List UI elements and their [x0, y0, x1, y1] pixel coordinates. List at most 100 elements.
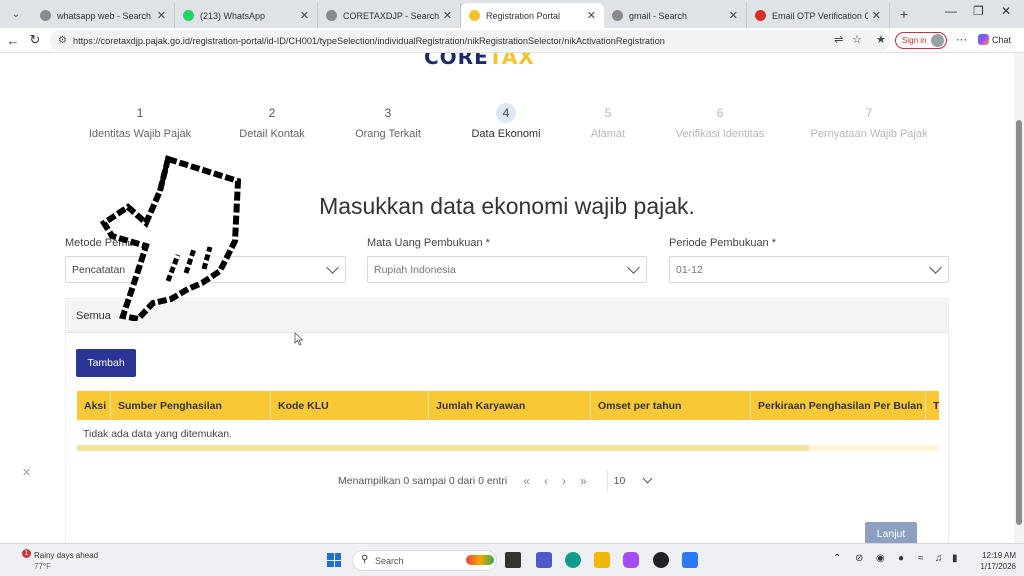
step-number: 1 [136, 106, 144, 120]
empty-table-message: Tidak ada data yang ditemukan. [83, 428, 233, 440]
chevron-down-icon [326, 261, 339, 274]
browser-tab[interactable]: gmail - Search ✕ [604, 3, 747, 28]
mata-uang-label: Mata Uang Pembukuan * [367, 237, 490, 249]
logo-text-tax: TAX [488, 53, 535, 69]
step-label: Pernyataan Wajib Pajak [810, 128, 928, 140]
camera-icon[interactable]: ◉ [876, 553, 885, 564]
close-tab-icon[interactable]: ✕ [157, 9, 166, 22]
new-tab-icon[interactable]: + [892, 3, 916, 25]
close-icon[interactable]: ✕ [22, 466, 31, 479]
periode-label: Periode Pembukuan * [669, 237, 777, 249]
system-clock[interactable]: 12:19 AM 1/17/2026 [972, 550, 1016, 572]
table-header: Aksi Sumber Penghasilan Kode KLU Jumlah Kar… [77, 391, 939, 420]
refresh-icon[interactable]: ↻ [24, 32, 46, 48]
search-tab-icon [612, 10, 623, 21]
windows-start-icon[interactable] [327, 553, 341, 567]
wifi-icon[interactable]: ≈ [918, 553, 924, 564]
tab-actions-chevron-icon[interactable]: ⌄ [4, 3, 28, 25]
translate-icon[interactable]: ⇌ [834, 33, 843, 46]
browser-tab[interactable]: Email OTP Verification Code - ✕ [747, 3, 890, 28]
browser-tab[interactable]: CORETAXDJP - Search ✕ [318, 3, 461, 28]
table-horizontal-scrollbar[interactable] [77, 445, 939, 451]
step-6: 6 Verifikasi Identitas [640, 103, 800, 140]
edge-icon[interactable] [565, 552, 581, 568]
close-tab-icon[interactable]: ✕ [587, 9, 596, 22]
step-number: 5 [604, 106, 612, 120]
show-hidden-icons-icon[interactable]: ⌃ [833, 553, 841, 564]
copilot-chat-button[interactable]: Chat [978, 34, 1011, 45]
browser-tab[interactable]: (213) WhatsApp ✕ [175, 3, 318, 28]
column-divider [110, 391, 111, 420]
coretax-logo: CORETAX [424, 53, 535, 69]
more-menu-icon[interactable]: ⋯ [956, 33, 967, 46]
coretax-icon [469, 10, 480, 21]
store-icon[interactable] [682, 552, 698, 568]
url-text: https://coretaxdjp.pajak.go.id/registrat… [72, 35, 665, 46]
site-info-icon[interactable]: ⚙ [58, 35, 67, 46]
network-off-icon[interactable]: ⊘ [855, 553, 863, 564]
pointing-hand-icon [99, 155, 242, 321]
scrollbar-thumb[interactable] [1016, 120, 1022, 525]
column-divider [750, 391, 751, 420]
pagination: Menampilkan 0 sampai 0 dari 0 entri « ‹ … [338, 471, 659, 491]
column-divider [428, 391, 429, 420]
tab-title: Registration Portal [486, 10, 561, 21]
tab-title: Email OTP Verification Code - [772, 10, 868, 21]
close-tab-icon[interactable]: ✕ [443, 9, 452, 22]
back-icon[interactable]: ← [2, 33, 24, 48]
taskbar-search-label: Search [375, 555, 404, 566]
browser-tab-strip: ⌄ whatsapp web - Search ✕ (213) WhatsApp ✕ C… [0, 0, 1024, 28]
battery-icon[interactable]: ▮ [952, 553, 958, 564]
page-scrollbar[interactable] [1014, 53, 1024, 543]
file-explorer-icon[interactable] [594, 552, 610, 568]
close-tab-icon[interactable]: ✕ [729, 9, 738, 22]
column-header: Jumlah Karyawan [436, 400, 526, 412]
close-tab-icon[interactable]: ✕ [872, 9, 881, 22]
close-window-icon[interactable]: ✕ [1001, 4, 1011, 18]
browser-tab[interactable]: Registration Portal ✕ [461, 3, 604, 28]
address-bar[interactable]: ⚙ https://coretaxdjp.pajak.go.id/registr… [50, 30, 890, 51]
pagination-info: Menampilkan 0 sampai 0 dari 0 entri [338, 475, 508, 487]
mata-uang-value: Rupiah Indonesia [374, 263, 456, 276]
prev-page-icon[interactable]: ‹ [544, 474, 548, 488]
first-page-icon[interactable]: « [523, 474, 530, 488]
page-size-select[interactable]: 10 [606, 471, 659, 491]
mata-uang-select[interactable]: Rupiah Indonesia [367, 256, 647, 283]
teams-icon[interactable] [536, 552, 552, 568]
column-header: Aksi [84, 400, 107, 412]
volume-icon[interactable]: ♫ [935, 553, 943, 564]
microphone-icon[interactable]: ● [898, 553, 904, 564]
next-button[interactable]: Lanjut [865, 522, 917, 543]
tab-title: CORETAXDJP - Search [343, 10, 439, 21]
periode-select[interactable]: 01-12 [669, 256, 949, 283]
widget-image-icon[interactable] [466, 555, 494, 565]
column-divider [270, 391, 271, 420]
mouse-cursor-icon [294, 332, 304, 346]
favorite-star-icon[interactable]: ☆ [852, 33, 862, 46]
clock-date: 1/17/2026 [980, 562, 1016, 571]
chevron-down-icon [627, 261, 640, 274]
notification-badge: 1 [22, 549, 31, 558]
column-header: Perkiraan Penghasilan Per Bulan [758, 400, 923, 412]
task-view-icon[interactable] [505, 552, 521, 568]
browser-tab[interactable]: whatsapp web - Search ✕ [32, 3, 175, 28]
step-number: 2 [268, 106, 276, 120]
page-content: CORETAX 1 Identitas Wajib Pajak 2 Detail Ko… [0, 53, 1014, 543]
step-number: 4 [496, 103, 516, 123]
copilot-app-icon[interactable] [623, 552, 639, 568]
chrome-icon[interactable] [653, 552, 669, 568]
chevron-down-icon [642, 473, 653, 484]
restore-icon[interactable]: ❐ [973, 4, 984, 18]
close-tab-icon[interactable]: ✕ [300, 9, 309, 22]
sign-in-button[interactable]: Sign in [895, 32, 947, 49]
browser-toolbar: ← ↻ ⚙ https://coretaxdjp.pajak.go.id/reg… [0, 28, 1024, 53]
weather-text: Rainy days ahead [34, 551, 99, 560]
minimize-icon[interactable]: — [945, 4, 957, 18]
step-number: 3 [384, 106, 392, 120]
next-page-icon[interactable]: › [562, 474, 566, 488]
add-button[interactable]: Tambah [76, 349, 136, 377]
tab-list: whatsapp web - Search ✕ (213) WhatsApp ✕ COR… [32, 3, 890, 28]
scrollbar-thumb[interactable] [77, 445, 809, 451]
last-page-icon[interactable]: » [580, 474, 587, 488]
favorites-icon[interactable]: ★ [876, 33, 886, 46]
